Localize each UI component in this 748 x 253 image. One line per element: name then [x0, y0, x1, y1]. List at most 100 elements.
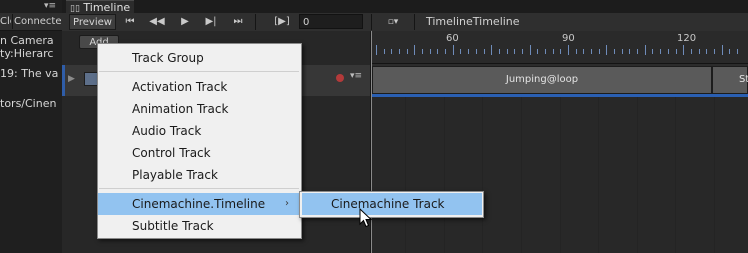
animation-clip[interactable]: St [712, 66, 748, 94]
submenu-arrow-icon: › [285, 198, 289, 209]
play-icon[interactable]: ▶ [174, 14, 196, 30]
play-range-icon[interactable]: [▶] [270, 14, 294, 30]
toolbar-divider [12, 14, 13, 29]
ruler-tick [568, 45, 569, 55]
ruler-tick [391, 49, 392, 54]
menu-item-subtitle-track[interactable]: Subtitle Track [98, 215, 301, 237]
console-log-line[interactable]: 19: The va [0, 67, 62, 81]
ruler-tick [645, 45, 646, 55]
ruler-tick [468, 49, 469, 54]
console-connected-button[interactable]: Connecte [14, 13, 62, 30]
ruler-tick [476, 49, 477, 54]
ruler-tick [599, 49, 600, 54]
ruler-tick [691, 49, 692, 54]
ruler-tick [591, 49, 592, 54]
ruler-tick [399, 49, 400, 54]
current-frame-field[interactable]: 0 [299, 14, 363, 29]
ruler-tick [606, 45, 607, 55]
toolbar-divider [371, 14, 372, 30]
ruler-tick [614, 49, 615, 54]
timeline-tab-bar [62, 0, 748, 13]
ruler-tick [422, 49, 423, 54]
ruler-tick [499, 49, 500, 54]
animation-clip[interactable]: Jumping@loop [372, 66, 712, 94]
ruler-tick [430, 49, 431, 54]
grid-line [521, 97, 522, 253]
ruler-label: 60 [446, 33, 459, 44]
ruler-label: 90 [562, 33, 575, 44]
console-menu-icon[interactable]: ▾≡ [0, 0, 62, 12]
grid-line [598, 97, 599, 253]
ruler-tick [407, 49, 408, 54]
ruler-tick [545, 49, 546, 54]
goto-end-icon[interactable]: ⏭ [227, 14, 249, 30]
grid-line [444, 97, 445, 253]
ruler-tick [453, 45, 454, 55]
ruler-tick [737, 49, 738, 54]
toolbar-divider [414, 14, 415, 30]
previous-frame-icon[interactable]: ◀◀ [146, 14, 168, 30]
ruler-tick [530, 45, 531, 55]
grid-line [714, 97, 715, 253]
ruler-tick [660, 49, 661, 54]
next-frame-icon[interactable]: ▶| [200, 14, 222, 30]
console-clear-button[interactable]: Clear [0, 13, 11, 30]
ruler-tick [583, 49, 584, 54]
menu-item-track-group[interactable]: Track Group [98, 47, 301, 69]
console-log-line[interactable]: tors/Cinen [0, 97, 62, 111]
toolbar-divider [255, 14, 256, 30]
ruler-tick [514, 49, 515, 54]
ruler-tick [676, 49, 677, 54]
ruler-tick [484, 49, 485, 54]
ruler-tick [445, 49, 446, 54]
tab-timeline[interactable]: ▯▯ Timeline [66, 0, 135, 14]
ruler-tick [414, 45, 415, 55]
ruler-tick [622, 49, 623, 54]
ruler-tick [560, 49, 561, 54]
asset-selector-icon[interactable]: ▫▾ [379, 14, 407, 30]
ruler-tick [460, 49, 461, 54]
ruler-tick [668, 49, 669, 54]
console-toolbar: Clear Connecte [0, 13, 62, 31]
record-icon[interactable] [336, 74, 344, 82]
ruler-tick [729, 49, 730, 54]
ruler-tick [683, 45, 684, 55]
ruler-tick [376, 45, 377, 55]
timeline-asset-title: TimelineTimeline [426, 15, 520, 28]
ruler-tick [714, 49, 715, 54]
grid-line [637, 97, 638, 253]
menu-item-control-track[interactable]: Control Track [98, 142, 301, 164]
ruler-tick [522, 49, 523, 54]
goto-start-icon[interactable]: ⏮ [119, 14, 141, 30]
ruler-tick [576, 49, 577, 54]
ruler-tick [537, 49, 538, 54]
menu-item-animation-track[interactable]: Animation Track [98, 98, 301, 120]
menu-separator [99, 71, 299, 72]
ruler-tick [699, 49, 700, 54]
ruler-tick [722, 45, 723, 55]
track-options-icon[interactable]: ▾≡ [350, 71, 362, 81]
ruler-tick [629, 49, 630, 54]
grid-line [405, 97, 406, 253]
mouse-cursor-icon [359, 208, 373, 228]
menu-item-label: Cinemachine.Timeline [132, 197, 266, 211]
menu-item-cinemachine-track[interactable]: Cinemachine Track [302, 193, 482, 215]
menu-item-cinemachine-timeline[interactable]: Cinemachine.Timeline › [98, 193, 301, 215]
grid-line [482, 97, 483, 253]
menu-item-playable-track[interactable]: Playable Track [98, 164, 301, 186]
ruler-tick [652, 49, 653, 54]
grid-line [560, 97, 561, 253]
ruler-tick [491, 45, 492, 55]
animation-track-icon [84, 72, 98, 86]
track-expand-icon[interactable]: ▶ [68, 74, 75, 84]
ruler-tick [553, 49, 554, 54]
preview-button[interactable]: Preview [69, 14, 116, 30]
menu-item-audio-track[interactable]: Audio Track [98, 120, 301, 142]
ruler-tick [507, 49, 508, 54]
menu-item-activation-track[interactable]: Activation Track [98, 76, 301, 98]
ruler-label: 120 [677, 33, 697, 44]
console-log-line[interactable]: ty:Hierarc [0, 47, 62, 61]
ruler-tick [384, 49, 385, 54]
menu-separator [99, 188, 299, 189]
console-log-line[interactable]: n Camera [0, 34, 62, 48]
